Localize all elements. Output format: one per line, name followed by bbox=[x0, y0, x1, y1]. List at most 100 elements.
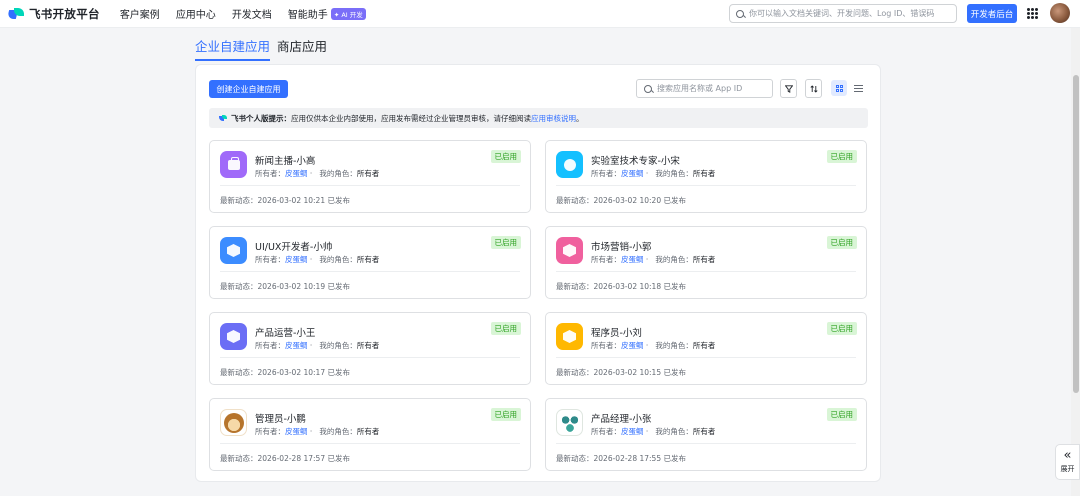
card-divider bbox=[220, 443, 520, 444]
cube-icon bbox=[220, 323, 247, 350]
owner-name[interactable]: 皮蛋鲷 bbox=[621, 427, 644, 436]
sort-button[interactable] bbox=[805, 79, 822, 98]
brand-logo[interactable]: 飞书开放平台 bbox=[6, 6, 100, 22]
filter-button[interactable] bbox=[780, 79, 797, 98]
app-card[interactable]: 产品经理-小张 所有者：皮蛋鲷 · 我的角色：所有者 已启用 最新动态：2026-02… bbox=[545, 398, 867, 471]
developer-console-button[interactable]: 开发者后台 bbox=[967, 4, 1017, 23]
activity-value: 2026-03-02 10:20 已发布 bbox=[593, 196, 686, 205]
card-divider bbox=[556, 357, 856, 358]
app-meta: 所有者：皮蛋鲷 · 我的角色：所有者 bbox=[255, 426, 379, 437]
review-guide-link[interactable]: 应用审核说明 bbox=[531, 113, 576, 124]
latest-activity: 最新动态：2026-03-02 10:20 已发布 bbox=[556, 195, 686, 206]
grid-view-toggle[interactable] bbox=[831, 80, 847, 96]
list-view-toggle[interactable] bbox=[850, 80, 866, 96]
tab-enterprise-apps[interactable]: 企业自建应用 bbox=[195, 36, 271, 61]
app-card[interactable]: 产品运营-小王 所有者：皮蛋鲷 · 我的角色：所有者 已启用 最新动态：2026-03… bbox=[209, 312, 531, 385]
app-meta: 所有者：皮蛋鲷 · 我的角色：所有者 bbox=[255, 168, 379, 179]
tab-store-apps[interactable]: 商店应用 bbox=[277, 36, 327, 55]
app-launcher-icon[interactable] bbox=[1027, 8, 1038, 19]
owner-name[interactable]: 皮蛋鲷 bbox=[285, 169, 308, 178]
owner-name[interactable]: 皮蛋鲷 bbox=[621, 255, 644, 264]
latest-activity: 最新动态：2026-02-28 17:55 已发布 bbox=[556, 453, 686, 464]
app-card[interactable]: UI/UX开发者-小帅 所有者：皮蛋鲷 · 我的角色：所有者 已启用 最新动态：202… bbox=[209, 226, 531, 299]
feishu-logo-icon bbox=[6, 7, 24, 20]
nav-ai-assistant[interactable]: 智能助手 ✦ AI 开发 bbox=[288, 6, 366, 21]
card-divider bbox=[220, 357, 520, 358]
notice-text: 应用仅供本企业内部使用，应用发布需经过企业管理员审核，请仔细阅读 bbox=[291, 113, 531, 123]
activity-value: 2026-03-02 10:18 已发布 bbox=[593, 282, 686, 291]
app-name[interactable]: 管理员-小鹏 bbox=[255, 411, 306, 425]
app-name[interactable]: 程序员-小刘 bbox=[591, 325, 642, 339]
owner-label: 所有者： bbox=[255, 341, 285, 350]
app-meta: 所有者：皮蛋鲷 · 我的角色：所有者 bbox=[591, 426, 715, 437]
ai-dev-badge: ✦ AI 开发 bbox=[330, 7, 366, 20]
app-search-placeholder: 搜索应用名称或 App ID bbox=[657, 84, 743, 93]
latest-activity: 最新动态：2026-02-28 17:57 已发布 bbox=[220, 453, 350, 464]
status-badge: 已启用 bbox=[490, 150, 521, 163]
activity-value: 2026-03-02 10:17 已发布 bbox=[257, 368, 350, 377]
brand-name: 飞书开放平台 bbox=[29, 6, 100, 21]
app-name[interactable]: 产品运营-小王 bbox=[255, 325, 315, 339]
app-card[interactable]: 市场营销-小郭 所有者：皮蛋鲷 · 我的角色：所有者 已启用 最新动态：2026-03… bbox=[545, 226, 867, 299]
app-name[interactable]: UI/UX开发者-小帅 bbox=[255, 239, 332, 253]
app-name[interactable]: 实验室技术专家-小宋 bbox=[591, 153, 680, 167]
doc-search-input[interactable]: 你可以输入文档关键词、开发问题、Log ID、错误码 bbox=[729, 4, 957, 23]
app-name[interactable]: 产品经理-小张 bbox=[591, 411, 651, 425]
card-divider bbox=[220, 185, 520, 186]
role-label: 我的角色： bbox=[319, 341, 357, 350]
double-chevron-left-icon: « bbox=[1063, 448, 1072, 463]
activity-value: 2026-03-02 10:15 已发布 bbox=[593, 368, 686, 377]
role-label: 我的角色： bbox=[655, 427, 693, 436]
activity-value: 2026-02-28 17:57 已发布 bbox=[257, 454, 350, 463]
doc-search-placeholder: 你可以输入文档关键词、开发问题、Log ID、错误码 bbox=[749, 9, 935, 18]
latest-activity: 最新动态：2026-03-02 10:19 已发布 bbox=[220, 281, 350, 292]
cube-icon bbox=[220, 237, 247, 264]
separator-dot: · bbox=[307, 341, 320, 350]
app-card[interactable]: 新闻主播-小高 所有者：皮蛋鲷 · 我的角色：所有者 已启用 最新动态：2026-03… bbox=[209, 140, 531, 213]
app-card[interactable]: 程序员-小刘 所有者：皮蛋鲷 · 我的角色：所有者 已启用 最新动态：2026-03-… bbox=[545, 312, 867, 385]
owner-name[interactable]: 皮蛋鲷 bbox=[285, 341, 308, 350]
role-value: 所有者 bbox=[356, 255, 380, 264]
latest-activity: 最新动态：2026-03-02 10:15 已发布 bbox=[556, 367, 686, 378]
app-name[interactable]: 新闻主播-小高 bbox=[255, 153, 315, 167]
owner-name[interactable]: 皮蛋鲷 bbox=[285, 255, 308, 264]
app-card[interactable]: 实验室技术专家-小宋 所有者：皮蛋鲷 · 我的角色：所有者 已启用 最新动态：2026… bbox=[545, 140, 867, 213]
role-value: 所有者 bbox=[356, 169, 380, 178]
app-name[interactable]: 市场营销-小郭 bbox=[591, 239, 651, 253]
review-notice: 飞书个人版提示： 应用仅供本企业内部使用，应用发布需经过企业管理员审核，请仔细阅… bbox=[209, 108, 868, 128]
create-app-button[interactable]: 创建企业自建应用 bbox=[209, 80, 288, 98]
app-meta: 所有者：皮蛋鲷 · 我的角色：所有者 bbox=[255, 340, 379, 351]
owner-label: 所有者： bbox=[591, 169, 621, 178]
cube-icon bbox=[556, 323, 583, 350]
separator-dot: · bbox=[643, 169, 656, 178]
role-value: 所有者 bbox=[692, 341, 716, 350]
activity-value: 2026-02-28 17:55 已发布 bbox=[593, 454, 686, 463]
app-search-input[interactable]: 搜索应用名称或 App ID bbox=[636, 79, 773, 98]
status-badge: 已启用 bbox=[826, 236, 857, 249]
role-value: 所有者 bbox=[356, 341, 380, 350]
expand-panel-button[interactable]: « 展开 bbox=[1055, 444, 1080, 480]
app-meta: 所有者：皮蛋鲷 · 我的角色：所有者 bbox=[591, 254, 715, 265]
owner-name[interactable]: 皮蛋鲷 bbox=[285, 427, 308, 436]
nav-app-center[interactable]: 应用中心 bbox=[176, 6, 216, 21]
page-scrollbar-thumb[interactable] bbox=[1073, 75, 1079, 393]
separator-dot: · bbox=[643, 255, 656, 264]
separator-dot: · bbox=[307, 169, 320, 178]
search-icon bbox=[736, 9, 744, 18]
owner-name[interactable]: 皮蛋鲷 bbox=[621, 341, 644, 350]
nav-customer-cases[interactable]: 客户案例 bbox=[120, 6, 160, 21]
app-list-panel: 创建企业自建应用 搜索应用名称或 App ID 飞书个人版提示： 应用仅供本企业… bbox=[195, 64, 881, 482]
app-card[interactable]: 管理员-小鹏 所有者：皮蛋鲷 · 我的角色：所有者 已启用 最新动态：2026-02-… bbox=[209, 398, 531, 471]
nav-dev-docs[interactable]: 开发文档 bbox=[232, 6, 272, 21]
user-avatar[interactable] bbox=[1050, 3, 1070, 23]
card-divider bbox=[556, 443, 856, 444]
role-value: 所有者 bbox=[356, 427, 380, 436]
owner-label: 所有者： bbox=[591, 255, 621, 264]
role-label: 我的角色： bbox=[319, 427, 357, 436]
nav-ai-label: 智能助手 bbox=[287, 10, 328, 21]
activity-label: 最新动态： bbox=[556, 368, 594, 377]
owner-name[interactable]: 皮蛋鲷 bbox=[621, 169, 644, 178]
role-label: 我的角色： bbox=[319, 255, 357, 264]
monkey-avatar-icon bbox=[220, 409, 247, 436]
activity-label: 最新动态： bbox=[220, 368, 258, 377]
